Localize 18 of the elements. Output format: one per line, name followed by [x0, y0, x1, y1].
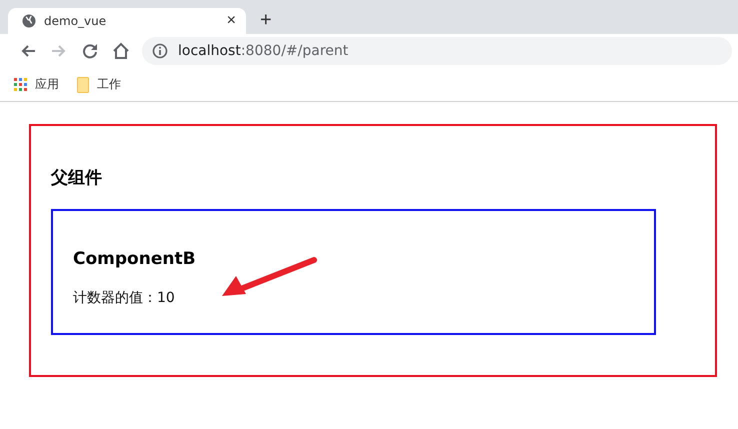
apps-grid-icon	[14, 78, 27, 91]
apps-bookmark[interactable]: 应用	[14, 76, 59, 93]
parent-heading: 父组件	[51, 167, 103, 189]
browser-tab[interactable]: demo_vue ×	[8, 8, 246, 34]
globe-icon	[22, 14, 36, 28]
folder-icon	[77, 76, 89, 92]
counter-text: 计数器的值：10	[73, 289, 176, 307]
back-icon	[20, 43, 36, 59]
child-heading: ComponentB	[73, 249, 197, 269]
reload-icon	[82, 43, 98, 59]
forward-icon	[50, 43, 66, 59]
info-icon	[152, 43, 168, 59]
address-field[interactable]: localhost:8080/#/parent	[142, 37, 732, 65]
folder-bookmark[interactable]: 工作	[77, 76, 121, 93]
tab-title: demo_vue	[44, 14, 108, 28]
home-icon	[112, 42, 130, 60]
close-button[interactable]: ×	[226, 12, 236, 30]
new-tab-button[interactable]: +	[260, 9, 272, 31]
